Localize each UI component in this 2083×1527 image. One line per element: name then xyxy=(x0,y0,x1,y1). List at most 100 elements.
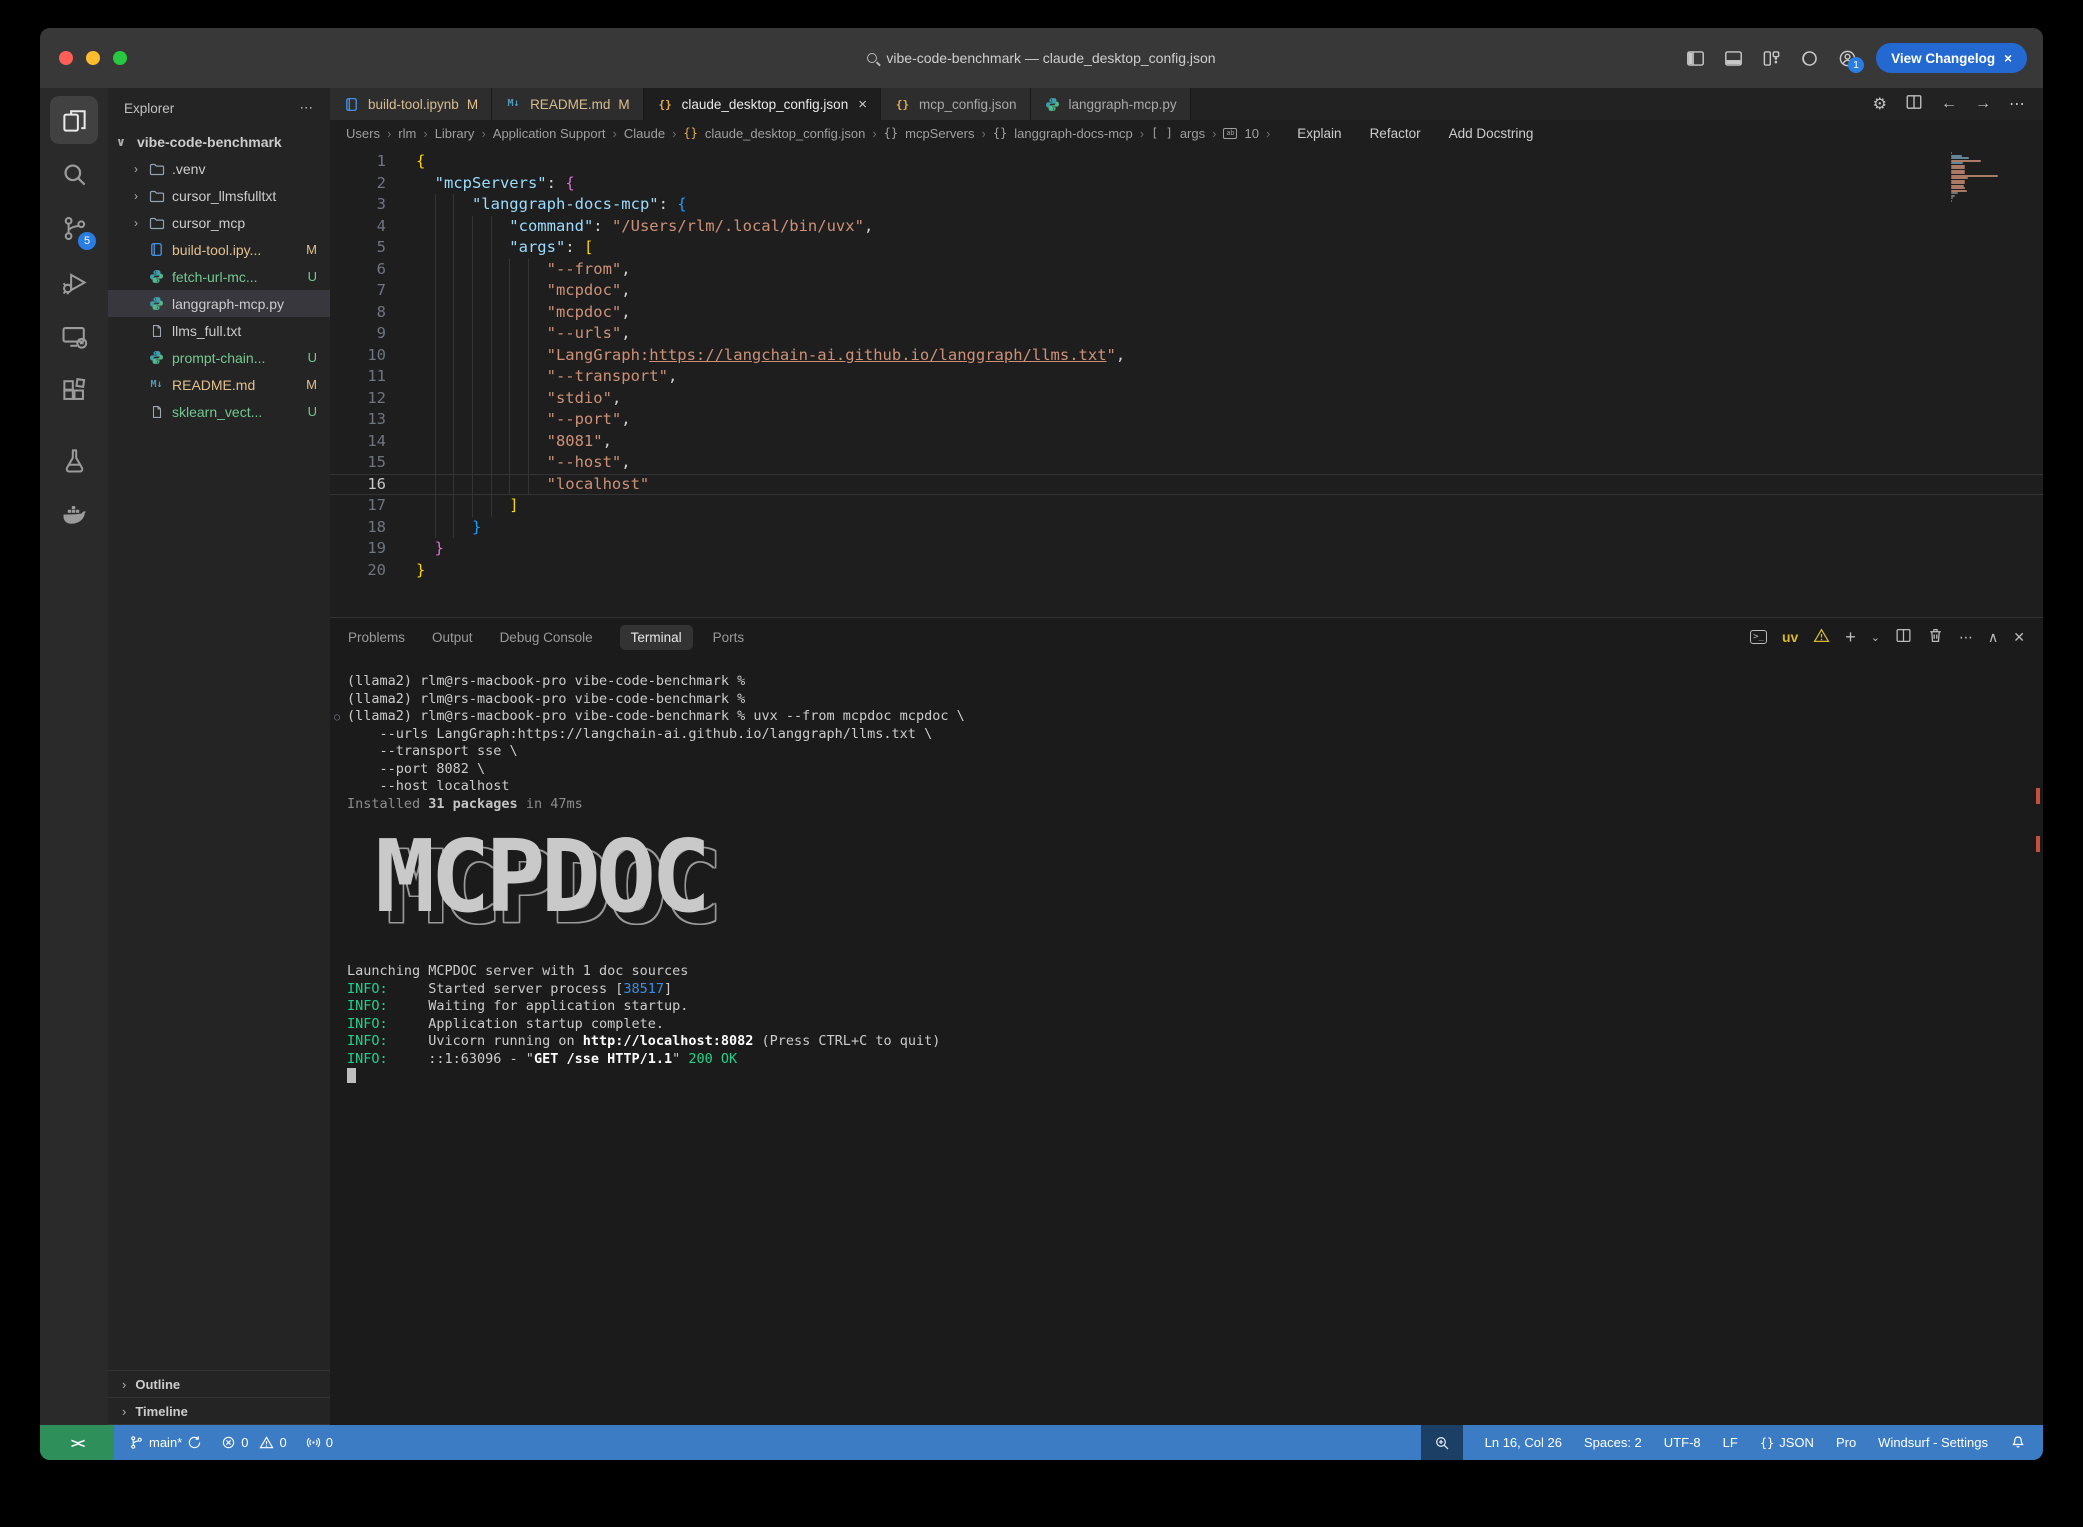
indent-guide xyxy=(453,409,454,431)
git-branch-item[interactable]: main* xyxy=(129,1435,202,1450)
indentation[interactable]: Spaces: 2 xyxy=(1584,1435,1642,1450)
tree-item-cursor-mcp[interactable]: ›cursor_mcp xyxy=(108,209,330,236)
minimize-window-button[interactable] xyxy=(86,51,100,65)
changelog-dismiss-icon[interactable]: × xyxy=(2004,51,2012,66)
customize-layout-icon[interactable] xyxy=(1762,49,1781,68)
editor-more-icon[interactable]: ⋯ xyxy=(2009,94,2025,114)
tree-item-sklearn-vect-[interactable]: sklearn_vect...U xyxy=(108,398,330,425)
panel-tab-debug-console[interactable]: Debug Console xyxy=(500,630,593,645)
breadcrumb-item[interactable]: 10 xyxy=(1244,126,1258,141)
action-refactor[interactable]: Refactor xyxy=(1370,126,1421,141)
terminal-warning-icon[interactable] xyxy=(1813,627,1830,647)
testing-icon[interactable] xyxy=(50,436,98,484)
notifications-bell-icon[interactable] xyxy=(2010,1433,2026,1452)
breadcrumb-item[interactable]: claude_desktop_config.json xyxy=(705,126,865,141)
encoding[interactable]: UTF-8 xyxy=(1664,1435,1701,1450)
split-editor-icon[interactable] xyxy=(1905,93,1923,116)
command-decoration-icon[interactable]: ○ xyxy=(334,709,340,727)
indent-guide xyxy=(435,474,436,496)
panel-tab-ports[interactable]: Ports xyxy=(713,630,745,645)
editor-settings-gear-icon[interactable]: ⚙ xyxy=(1873,94,1887,114)
terminal[interactable]: (llama2) rlm@rs-macbook-pro vibe-code-be… xyxy=(330,656,2043,1425)
panel-tab-terminal[interactable]: Terminal xyxy=(620,625,693,650)
terminal-line: (llama2) rlm@rs-macbook-pro vibe-code-be… xyxy=(347,673,2043,691)
code-text: } xyxy=(435,538,444,560)
indent-guide xyxy=(453,517,454,539)
breadcrumb-item[interactable]: Library xyxy=(435,126,475,141)
action-explain[interactable]: Explain xyxy=(1297,126,1341,141)
panel-tab-output[interactable]: Output xyxy=(432,630,473,645)
tab-langgraph-mcp-py[interactable]: langgraph-mcp.py xyxy=(1031,88,1191,120)
sidebar-section-timeline[interactable]: ›Timeline xyxy=(108,1398,330,1425)
plan-badge[interactable]: Pro xyxy=(1836,1435,1856,1450)
close-window-button[interactable] xyxy=(59,51,73,65)
search-sidebar-icon[interactable] xyxy=(50,150,98,198)
indent-guide xyxy=(491,431,492,453)
explorer-icon[interactable] xyxy=(50,96,98,144)
extensions-icon[interactable] xyxy=(50,366,98,414)
tab-readme-md[interactable]: M↓README.mdM xyxy=(492,88,644,120)
tab-mcp-config-json[interactable]: {}mcp_config.json xyxy=(881,88,1031,120)
panel-more-icon[interactable]: ⋯ xyxy=(1959,629,1973,646)
tree-item-cursor-llmsfulltxt[interactable]: ›cursor_llmsfulltxt xyxy=(108,182,330,209)
breadcrumb-item[interactable]: args xyxy=(1180,126,1205,141)
close-panel-icon[interactable]: ✕ xyxy=(2013,629,2025,646)
eol-sequence[interactable]: LF xyxy=(1723,1435,1738,1450)
tab-claude-desktop-config-json[interactable]: {}claude_desktop_config.json× xyxy=(644,88,881,120)
app-settings[interactable]: Windsurf - Settings xyxy=(1878,1435,1988,1450)
cursor-position[interactable]: Ln 16, Col 26 xyxy=(1485,1435,1562,1450)
indent-guide xyxy=(528,345,529,367)
tree-item-langgraph-mcp-py[interactable]: langgraph-mcp.py xyxy=(108,290,330,317)
tree-item-llms-full-txt[interactable]: llms_full.txt xyxy=(108,317,330,344)
go-forward-icon[interactable]: → xyxy=(1975,95,1991,113)
breadcrumb-item[interactable]: Claude xyxy=(624,126,665,141)
run-debug-icon[interactable] xyxy=(50,258,98,306)
split-terminal-icon[interactable] xyxy=(1895,627,1912,647)
kill-terminal-icon[interactable] xyxy=(1927,627,1944,647)
go-back-icon[interactable]: ← xyxy=(1941,95,1957,113)
toggle-sidebar-icon[interactable] xyxy=(1686,49,1705,68)
breadcrumb-item[interactable]: Users xyxy=(346,126,380,141)
breadcrumb-item[interactable]: mcpServers xyxy=(905,126,974,141)
breadcrumb-item[interactable]: rlm xyxy=(398,126,416,141)
maximize-panel-icon[interactable]: ∧ xyxy=(1988,629,1998,646)
line-number: 7 xyxy=(330,280,386,302)
file-icon xyxy=(148,403,165,420)
language-mode[interactable]: {} JSON xyxy=(1760,1435,1814,1450)
close-tab-icon[interactable]: × xyxy=(858,96,867,113)
tree-item-build-tool-ipy-[interactable]: build-tool.ipy...M xyxy=(108,236,330,263)
mcpdoc-ascii-banner: MCPDOCMCPDOC xyxy=(375,827,2043,935)
tree-item-readme-md[interactable]: M↓README.mdM xyxy=(108,371,330,398)
indent-guide xyxy=(472,302,473,324)
panel-tab-problems[interactable]: Problems xyxy=(348,630,405,645)
indent-guide xyxy=(435,495,436,517)
tab-build-tool-ipynb[interactable]: build-tool.ipynbM xyxy=(330,88,492,120)
sidebar-section-outline[interactable]: ›Outline xyxy=(108,1371,330,1398)
view-changelog-button[interactable]: View Changelog × xyxy=(1876,43,2027,73)
account-icon[interactable]: 1 xyxy=(1838,49,1857,68)
new-terminal-icon[interactable]: + xyxy=(1845,627,1856,648)
action-add-docstring[interactable]: Add Docstring xyxy=(1449,126,1534,141)
terminal-line: --transport sse \ xyxy=(347,743,2043,761)
maximize-window-button[interactable] xyxy=(113,51,127,65)
remote-explorer-icon[interactable] xyxy=(50,312,98,360)
feedback-item[interactable]: 0 xyxy=(306,1435,333,1450)
zoom-indicator[interactable] xyxy=(1421,1425,1463,1460)
docker-icon[interactable] xyxy=(50,490,98,538)
tree-item--venv[interactable]: ›.venv xyxy=(108,155,330,182)
tree-root-vibe-code-benchmark[interactable]: ∨vibe-code-benchmark xyxy=(108,128,330,155)
tree-item-prompt-chain-[interactable]: prompt-chain...U xyxy=(108,344,330,371)
code-editor[interactable]: 1{2"mcpServers": {3"langgraph-docs-mcp":… xyxy=(330,146,2043,617)
breadcrumb-item[interactable]: langgraph-docs-mcp xyxy=(1014,126,1133,141)
explorer-more-icon[interactable]: ⋯ xyxy=(300,100,315,116)
terminal-dropdown-icon[interactable]: ⌄ xyxy=(1871,631,1880,644)
search-icon xyxy=(867,53,877,63)
remote-indicator[interactable]: >< xyxy=(40,1425,114,1460)
problems-item[interactable]: 0 0 xyxy=(221,1435,286,1450)
breadcrumb-item[interactable]: Application Support xyxy=(493,126,606,141)
toggle-panel-icon[interactable] xyxy=(1724,49,1743,68)
breadcrumb-separator: › xyxy=(1266,126,1270,141)
cascade-icon[interactable] xyxy=(1800,49,1819,68)
source-control-icon[interactable]: 5 xyxy=(50,204,98,252)
tree-item-fetch-url-mc-[interactable]: fetch-url-mc...U xyxy=(108,263,330,290)
